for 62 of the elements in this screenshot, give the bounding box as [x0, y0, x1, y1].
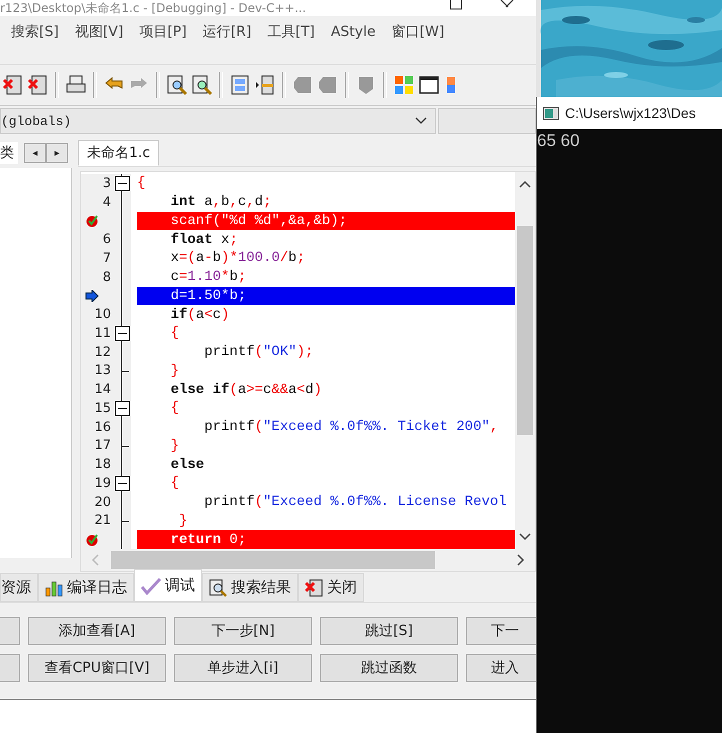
code-line: printf("Exceed %.0f%%. License Revol: [203, 493, 508, 512]
panel-tab[interactable]: 调试: [134, 569, 202, 602]
file-tab[interactable]: 未命名1.c: [78, 140, 160, 166]
line-number: 12: [94, 344, 111, 360]
code-line: }: [178, 512, 188, 530]
debug-button[interactable]: 下一步[N]: [174, 617, 312, 645]
code-line: {: [170, 324, 180, 343]
code-line: if(a<c): [170, 306, 230, 324]
menu-item[interactable]: AStyle: [322, 24, 384, 40]
line-number: 15: [94, 400, 111, 416]
scope-dropdown[interactable]: (globals): [0, 108, 436, 134]
tab-scroll-button[interactable]: ◂: [24, 143, 46, 163]
line-number: 6: [102, 232, 111, 248]
line-number: 19: [94, 476, 111, 491]
debug-button[interactable]: 查看CPU窗口[V]: [28, 654, 166, 682]
tab-scroll-button[interactable]: ▸: [46, 143, 68, 163]
menu-item[interactable]: 工具[T]: [259, 23, 323, 41]
code-line: }: [170, 362, 180, 380]
line-number: 11: [94, 326, 111, 341]
line-number: 16: [94, 420, 111, 435]
debug-button[interactable]: 添加查看[A]: [28, 617, 166, 645]
line-number: 21: [94, 513, 111, 528]
line-number: 14: [94, 382, 111, 398]
debug-button[interactable]: 跳过函数: [320, 654, 458, 682]
line-number: 3: [102, 176, 111, 191]
console-text: 65 60: [537, 131, 580, 150]
window-title: r123\Desktop\未命名1.c - [Debugging] - Dev-C++...: [0, 1, 308, 15]
line-number: 13: [94, 363, 111, 378]
code-line: x=(a-b)*100.0/b;: [170, 249, 306, 268]
line-number: 7: [102, 250, 111, 266]
code-line: printf("OK");: [203, 343, 314, 362]
line-number: 17: [94, 438, 111, 454]
code-line: float x;: [170, 230, 239, 249]
line-number: 10: [94, 307, 111, 322]
side-tab[interactable]: 类: [0, 142, 18, 164]
code-line: c=1.10*b;: [170, 268, 248, 286]
debug-button[interactable]: 单步进入[i]: [174, 654, 312, 682]
panel-tab[interactable]: 编译日志: [38, 573, 134, 602]
code-line: else if(a>=c&&a<d): [170, 380, 323, 399]
debug-button[interactable]: 跳过[S]: [320, 617, 458, 645]
menu-item[interactable]: 搜索[S]: [3, 23, 67, 41]
panel-tab[interactable]: 关闭: [298, 573, 364, 602]
line-number: 8: [102, 270, 111, 285]
panel-tab[interactable]: 资源: [0, 573, 38, 602]
debug-button[interactable]: 下一: [466, 617, 536, 645]
code-line: {: [170, 474, 180, 493]
code-line: {: [137, 174, 146, 193]
code-line: }: [170, 436, 180, 456]
menu-item[interactable]: 运行[R]: [194, 23, 260, 41]
console-title: C:\Users\wjx123\Des: [565, 105, 696, 121]
menu-item[interactable]: 项目[P]: [131, 23, 195, 41]
panel-tab[interactable]: 搜索结果: [202, 573, 298, 602]
code-line: printf("Exceed %.0f%%. Ticket 200",: [203, 418, 500, 436]
code-line: int a,b,c,d;: [170, 193, 272, 212]
code-line: {: [170, 399, 180, 418]
debug-button[interactable]: 进入: [466, 654, 536, 682]
line-number: 4: [102, 194, 111, 210]
menu-item[interactable]: 窗口[W]: [384, 23, 452, 41]
code-line: else: [170, 456, 206, 474]
menu-item[interactable]: 视图[V]: [66, 23, 132, 41]
line-number: 18: [94, 457, 111, 472]
line-number: 20: [94, 494, 111, 510]
